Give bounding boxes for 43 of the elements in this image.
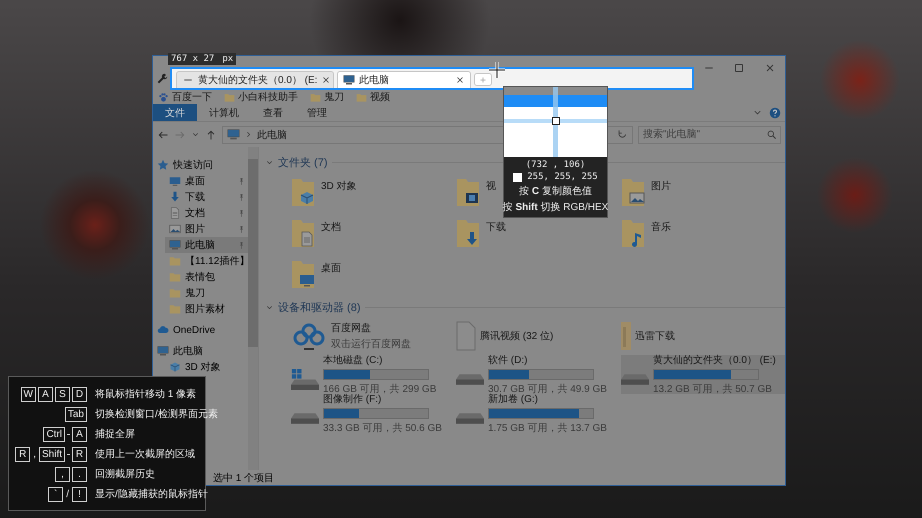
drive-name: 黄大仙的文件夹（0.0） (E:) (653, 354, 776, 367)
key-cap: . (72, 466, 87, 482)
drive-space: 33.3 GB 可用，共 50.6 GB (323, 422, 442, 435)
key-cap: R (72, 446, 87, 462)
key-cap: D (72, 386, 87, 402)
drive-space: 1.75 GB 可用，共 13.7 GB (488, 422, 607, 435)
key-cap: S (55, 386, 70, 402)
selection-count: 选中 1 个项目 (213, 472, 274, 484)
drive-name: 图像制作 (F:) (323, 394, 382, 406)
shortcut-description: 捕捉全屏 (95, 428, 135, 441)
key-cap: ! (72, 486, 87, 502)
hint-text: 按 Shift 切换 RGB/HEX (502, 200, 608, 214)
shortcut-description: 将鼠标指针移动 1 像素 (95, 388, 196, 401)
shortcut-description: 切换检测窗口/检测界面元素 (95, 408, 218, 421)
drive-name: 软件 (D:) (488, 354, 528, 367)
drive-space: 166 GB 可用，共 299 GB (323, 382, 436, 395)
key-cap: R (15, 446, 30, 462)
drive-space: 30.7 GB 可用，共 49.9 GB (488, 382, 607, 395)
key-cap: Ctrl (43, 426, 65, 442)
cursor-coordinates: (732 , 106) (526, 160, 586, 170)
item-name: 迅雷下载 (635, 330, 675, 342)
drive-name: 新加卷 (G:) (488, 394, 539, 406)
item-description: 双击运行百度网盘 (331, 338, 411, 350)
hint-text: 按 C 复制颜色值 (519, 184, 592, 198)
shortcut-description: 回溯截屏历史 (95, 468, 155, 481)
key-cap: W (20, 386, 36, 402)
separator-text: / (65, 488, 70, 500)
drive-name: 本地磁盘 (C:) (323, 354, 384, 367)
shortcut-description: 使用上一次截屏的区域 (95, 448, 195, 461)
key-cap: Tab (64, 406, 87, 422)
separator-text: , (32, 448, 37, 460)
key-cap: ` (48, 486, 64, 502)
size-unit: px (222, 54, 234, 64)
color-value: 255, 255, 255 (527, 172, 598, 182)
key-cap: A (38, 386, 53, 402)
item-name: 腾讯视频 (32 位) (480, 330, 554, 342)
drive-space: 13.2 GB 可用，共 50.7 GB (653, 382, 773, 396)
item-name: 百度网盘 (331, 322, 372, 334)
shortcut-description: 显示/隐藏捕获的鼠标指针 (95, 488, 208, 501)
key-cap: Shift (38, 446, 65, 462)
size-value: 767 x 27 (171, 54, 214, 64)
key-cap: , (55, 466, 70, 482)
key-cap: A (72, 426, 87, 442)
